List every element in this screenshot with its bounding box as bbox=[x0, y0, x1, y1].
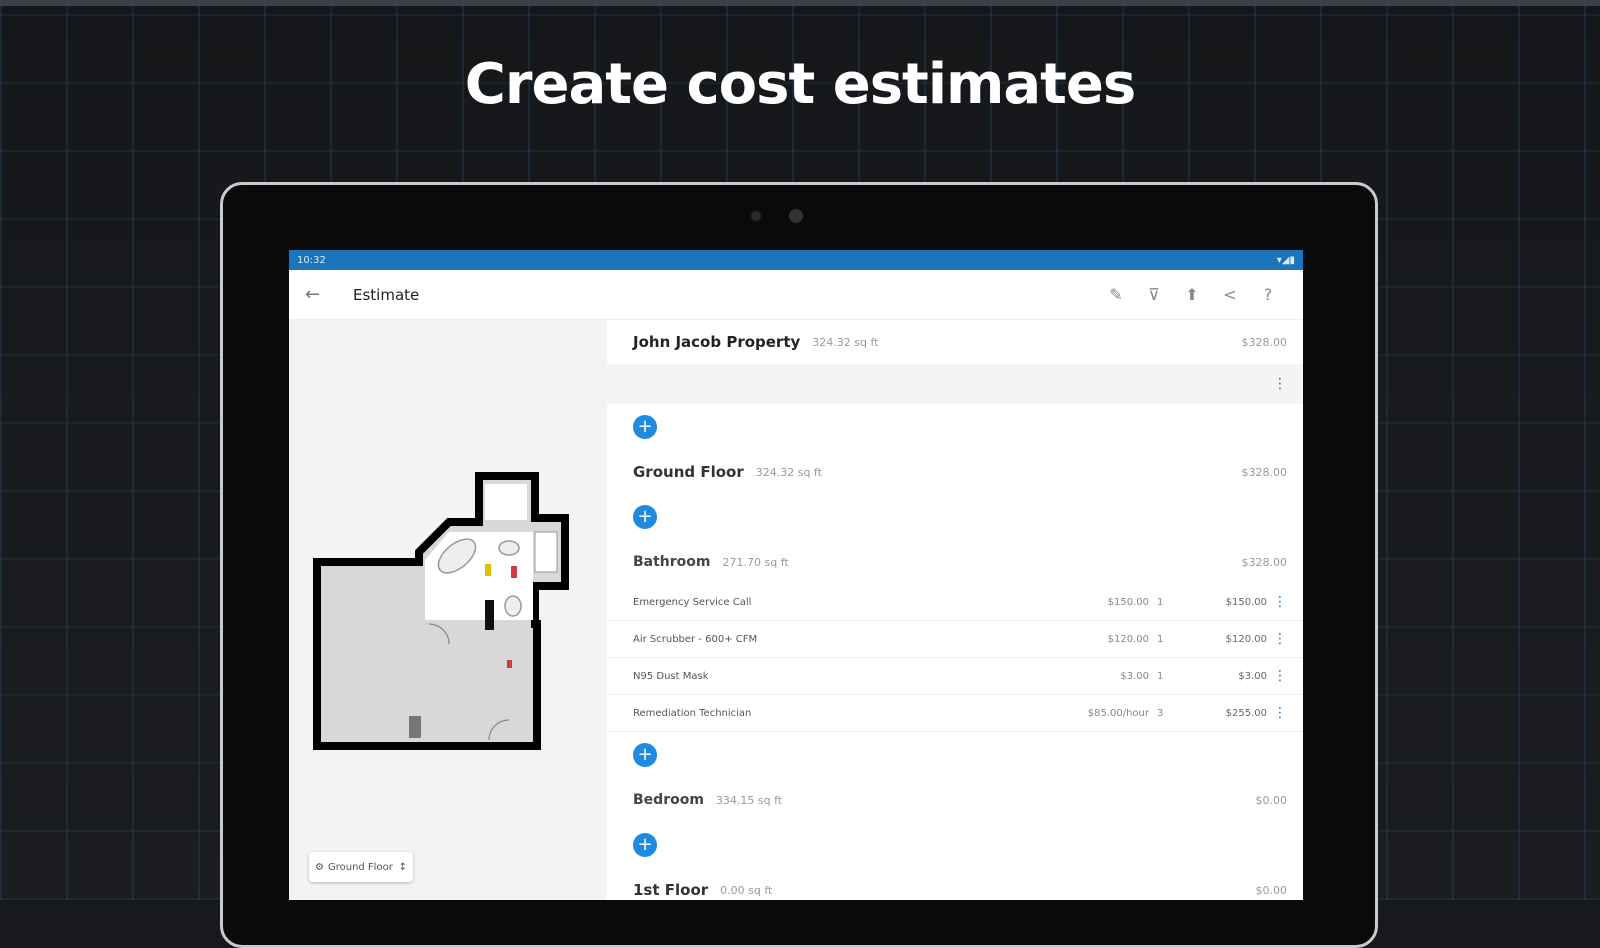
share-icon[interactable]: < bbox=[1211, 285, 1249, 304]
bathroom-amount: $328.00 bbox=[1241, 555, 1288, 569]
bedroom-row[interactable]: Bedroom 334.15 sq ft $0.00 bbox=[607, 778, 1303, 822]
export-icon[interactable]: ⬆ bbox=[1173, 285, 1211, 304]
chevron-updown-icon: ↕ bbox=[398, 861, 407, 873]
more-options-icon[interactable]: ⋮ bbox=[1267, 376, 1287, 392]
property-toolbar: ⋮ bbox=[607, 364, 1303, 404]
first-floor-amount: $0.00 bbox=[1255, 883, 1288, 897]
help-icon[interactable]: ? bbox=[1249, 285, 1287, 304]
add-icon[interactable]: + bbox=[633, 743, 657, 767]
ground-floor-amount: $328.00 bbox=[1241, 465, 1288, 479]
bathroom-area: 271.70 sq ft bbox=[722, 555, 789, 569]
edit-icon[interactable]: ✎ bbox=[1097, 285, 1135, 304]
ground-floor-row[interactable]: Ground Floor 324.32 sq ft $328.00 bbox=[607, 450, 1303, 494]
filter-icon[interactable]: ⊽ bbox=[1135, 285, 1173, 304]
more-options-icon[interactable]: ⋮ bbox=[1267, 705, 1287, 721]
first-floor-name: 1st Floor bbox=[633, 881, 709, 899]
floor-plan[interactable] bbox=[289, 320, 607, 900]
line-item-row[interactable]: Air Scrubber - 600+ CFM $120.00 1 $120.0… bbox=[607, 621, 1303, 658]
line-item-name: N95 Dust Mask bbox=[633, 670, 709, 682]
add-icon[interactable]: + bbox=[633, 833, 657, 857]
property-area: 324.32 sq ft bbox=[812, 335, 879, 349]
line-item-rate: $3.00 bbox=[1120, 670, 1149, 682]
estimate-panel: John Jacob Property 324.32 sq ft $328.00… bbox=[607, 320, 1303, 900]
tablet-screen: 10:32 ▾◢▮ ← Estimate ✎ ⊽ ⬆ < ? ⚙ Ground … bbox=[289, 250, 1303, 900]
line-item-qty: 3 bbox=[1157, 707, 1164, 719]
property-amount: $328.00 bbox=[1241, 335, 1288, 349]
first-floor-area: 0.00 sq ft bbox=[720, 883, 773, 897]
add-row: + bbox=[607, 822, 1303, 868]
bathroom-name: Bathroom bbox=[633, 554, 711, 570]
add-icon[interactable]: + bbox=[633, 415, 657, 439]
headline: Create cost estimates bbox=[464, 52, 1137, 117]
sensor-dot bbox=[751, 211, 761, 221]
line-item-row[interactable]: Emergency Service Call $150.00 1 $150.00… bbox=[607, 584, 1303, 621]
floor-selector[interactable]: ⚙ Ground Floor ↕ bbox=[309, 852, 413, 882]
ground-floor-area: 324.32 sq ft bbox=[755, 465, 822, 479]
status-bar: 10:32 ▾◢▮ bbox=[289, 250, 1303, 270]
layers-icon: ⚙ bbox=[315, 861, 324, 873]
line-item-rate: $85.00/hour bbox=[1087, 707, 1149, 719]
line-item-total: $150.00 bbox=[1225, 596, 1267, 608]
property-name: John Jacob Property bbox=[633, 333, 801, 351]
line-item-qty: 1 bbox=[1157, 633, 1164, 645]
add-row: + bbox=[607, 494, 1303, 540]
status-icons: ▾◢▮ bbox=[1276, 254, 1295, 266]
bedroom-area: 334.15 sq ft bbox=[715, 793, 783, 807]
line-item-name: Remediation Technician bbox=[633, 707, 752, 719]
status-time: 10:32 bbox=[297, 254, 326, 266]
floor-plan-panel: ⚙ Ground Floor ↕ bbox=[289, 320, 607, 900]
line-item-total: $120.00 bbox=[1225, 633, 1267, 645]
ground-floor-name: Ground Floor bbox=[633, 463, 744, 481]
more-options-icon[interactable]: ⋮ bbox=[1267, 631, 1287, 647]
line-item-rate: $120.00 bbox=[1107, 633, 1149, 645]
content-area: ⚙ Ground Floor ↕ John Jacob Property 324… bbox=[289, 320, 1303, 900]
add-icon[interactable]: + bbox=[633, 505, 657, 529]
more-options-icon[interactable]: ⋮ bbox=[1267, 668, 1287, 684]
line-item-name: Air Scrubber - 600+ CFM bbox=[633, 633, 758, 645]
line-item-rate: $150.00 bbox=[1107, 596, 1149, 608]
line-item-qty: 1 bbox=[1157, 596, 1164, 608]
more-options-icon[interactable]: ⋮ bbox=[1267, 594, 1287, 610]
camera-dot bbox=[789, 209, 803, 223]
page-title: Estimate bbox=[353, 285, 420, 304]
line-item-row[interactable]: Remediation Technician $85.00/hour 3 $25… bbox=[607, 695, 1303, 732]
top-border bbox=[0, 0, 1600, 6]
line-item-total: $3.00 bbox=[1238, 670, 1267, 682]
line-item-qty: 1 bbox=[1157, 670, 1164, 682]
line-item-name: Emergency Service Call bbox=[633, 596, 752, 608]
property-row[interactable]: John Jacob Property 324.32 sq ft $328.00 bbox=[607, 320, 1303, 364]
bathroom-row[interactable]: Bathroom 271.70 sq ft $328.00 bbox=[607, 540, 1303, 584]
bedroom-amount: $0.00 bbox=[1255, 793, 1288, 807]
add-row: + bbox=[607, 732, 1303, 778]
back-arrow-icon[interactable]: ← bbox=[305, 284, 345, 305]
floor-selector-label: Ground Floor bbox=[327, 861, 393, 873]
bedroom-name: Bedroom bbox=[633, 792, 704, 808]
first-floor-row[interactable]: 1st Floor 0.00 sq ft $0.00 bbox=[607, 868, 1303, 900]
line-item-row[interactable]: N95 Dust Mask $3.00 1 $3.00 ⋮ bbox=[607, 658, 1303, 695]
line-item-total: $255.00 bbox=[1225, 707, 1267, 719]
add-row: + bbox=[607, 404, 1303, 450]
app-bar: ← Estimate ✎ ⊽ ⬆ < ? bbox=[289, 270, 1303, 320]
